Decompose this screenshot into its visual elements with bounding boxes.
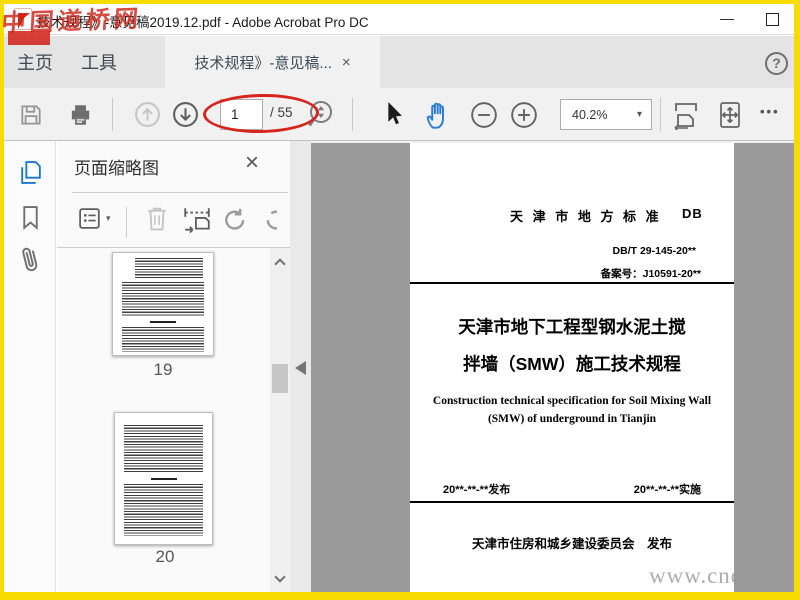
- delete-pages-button[interactable]: [145, 204, 169, 233]
- doc-rule-line: [410, 282, 734, 284]
- thumbnail-heading: [150, 321, 176, 323]
- tab-tools[interactable]: 工具: [66, 36, 132, 88]
- save-button[interactable]: [18, 102, 44, 128]
- minus-circle-icon: [470, 101, 498, 129]
- help-icon[interactable]: ?: [765, 52, 788, 75]
- minimize-button[interactable]: —: [709, 4, 745, 34]
- hand-tool-button[interactable]: [424, 100, 452, 130]
- panel-divider: [57, 247, 290, 248]
- more-tools-button[interactable]: •••: [760, 104, 780, 119]
- cursor-arrow-icon: [382, 100, 403, 129]
- toolbar-separator: [352, 98, 353, 131]
- zoom-out-button[interactable]: [470, 101, 498, 129]
- attachments-rail-button[interactable]: [13, 240, 46, 278]
- doc-issue-date: 20**-**-**发布: [443, 484, 511, 496]
- doc-title-en-line2: (SMW) of underground in Tianjin: [487, 413, 657, 425]
- thumbnail-text: [122, 282, 204, 317]
- options-caret-icon: ▾: [106, 213, 111, 223]
- rotate-right-button[interactable]: [262, 205, 277, 233]
- tab-close-icon[interactable]: ×: [342, 55, 351, 70]
- thumbnail-page-20[interactable]: [114, 412, 213, 545]
- site-url-watermark: www.cnda: [649, 563, 734, 588]
- doc-db-label: DB: [682, 206, 703, 221]
- doc-record-number: 备案号：J10591-20**: [600, 268, 701, 280]
- panel-divider: [72, 192, 288, 193]
- fit-page-button[interactable]: [715, 100, 745, 130]
- fit-width-button[interactable]: [671, 100, 701, 130]
- thumbnail-text: [124, 484, 203, 536]
- thumbnail-options-button[interactable]: ▾: [77, 205, 111, 232]
- toolbar-separator: [112, 98, 113, 131]
- bookmarks-rail-button[interactable]: [17, 204, 44, 231]
- zoom-level-value: 40.2%: [572, 107, 608, 122]
- tab-bar: 主页 工具 技术规程》-意见稿... × ?: [4, 36, 794, 88]
- main-toolbar: / 55 40.2% ▾ •••: [4, 88, 794, 141]
- panel-scrollbar-thumb[interactable]: [272, 364, 288, 393]
- pdf-page: 天 津 市 地 方 标 准 DB DB/T 29-145-20** 备案号：J1…: [410, 143, 734, 592]
- next-page-button[interactable]: [172, 101, 199, 128]
- frame-border: [794, 0, 800, 600]
- tab-document[interactable]: 技术规程》-意见稿... ×: [165, 36, 380, 88]
- doc-title-line2: 拌墙（SMW）施工技术规程: [463, 354, 681, 374]
- frame-border: [0, 592, 800, 600]
- maximize-button[interactable]: [766, 13, 779, 26]
- page-size-icon: [182, 204, 212, 234]
- frame-border: [0, 0, 4, 600]
- panel-toolbar-separator: [126, 207, 127, 238]
- thumbnail-label: 19: [153, 360, 173, 379]
- doc-title-en-line1: Construction technical specification for…: [432, 395, 712, 407]
- fit-width-icon: [671, 100, 701, 130]
- thumbnail-text: [122, 327, 204, 352]
- select-tool-button[interactable]: [382, 100, 403, 129]
- tab-document-label: 技术规程》-意见稿...: [194, 54, 332, 72]
- bookmark-icon: [17, 204, 44, 231]
- options-list-icon: [77, 205, 104, 232]
- zoom-in-button[interactable]: [510, 101, 538, 129]
- thumbnail-heading: [150, 478, 177, 480]
- trash-icon: [145, 204, 169, 233]
- doc-standard-label: 天 津 市 地 方 标 准: [510, 209, 662, 224]
- panel-close-icon[interactable]: ×: [245, 151, 259, 175]
- doc-rule-line: [410, 501, 734, 503]
- pages-icon: [17, 159, 44, 186]
- zoom-level-dropdown[interactable]: 40.2% ▾: [560, 99, 652, 130]
- resize-pages-button[interactable]: [182, 204, 212, 234]
- collapse-panel-icon[interactable]: [295, 361, 306, 375]
- panel-scrollbar[interactable]: [270, 248, 290, 592]
- red-circle-annotation: [202, 92, 320, 135]
- doc-title-line1: 天津市地下工程型钢水泥土搅: [458, 317, 686, 337]
- doc-implementation-date: 20**-**-**实施: [633, 484, 701, 496]
- thumbnail-page-19[interactable]: [112, 252, 214, 356]
- rotate-left-button[interactable]: [221, 205, 249, 233]
- navigation-rail: [4, 141, 56, 592]
- thumbnail-label: 20: [155, 547, 175, 566]
- document-view: 天 津 市 地 方 标 准 DB DB/T 29-145-20** 备案号：J1…: [311, 141, 794, 592]
- panel-title: 页面缩略图: [74, 159, 159, 178]
- save-icon: [18, 102, 44, 128]
- doc-publisher: 天津市住房和城乡建设委员会 发布: [471, 537, 672, 551]
- thumbnail-text: [124, 425, 203, 473]
- rotate-left-icon: [221, 205, 249, 233]
- rotate-right-icon: [262, 205, 277, 233]
- arrow-down-circle-icon: [172, 101, 199, 128]
- doc-standard-number: DB/T 29-145-20**: [612, 245, 696, 257]
- page-thumbnails-rail-button[interactable]: [17, 159, 44, 186]
- hand-tool-icon: [424, 100, 452, 130]
- paperclip-icon: [13, 240, 46, 278]
- print-icon: [67, 102, 94, 128]
- plus-circle-icon: [510, 101, 538, 129]
- thumbnail-text: [135, 258, 203, 279]
- site-logo-watermark: 中国道桥网: [0, 5, 143, 38]
- arrow-up-circle-icon: [134, 101, 161, 128]
- page-thumbnails-panel: 页面缩略图 × ▾ 19 20: [57, 141, 290, 592]
- chevron-down-icon: ▾: [636, 109, 642, 120]
- previous-page-button[interactable]: [134, 101, 161, 128]
- toolbar-separator: [660, 98, 661, 131]
- fit-page-icon: [715, 100, 745, 130]
- print-button[interactable]: [67, 102, 94, 128]
- acrobat-window: 技术规程》-意见稿2019.12.pdf - Adobe Acrobat Pro…: [0, 0, 800, 600]
